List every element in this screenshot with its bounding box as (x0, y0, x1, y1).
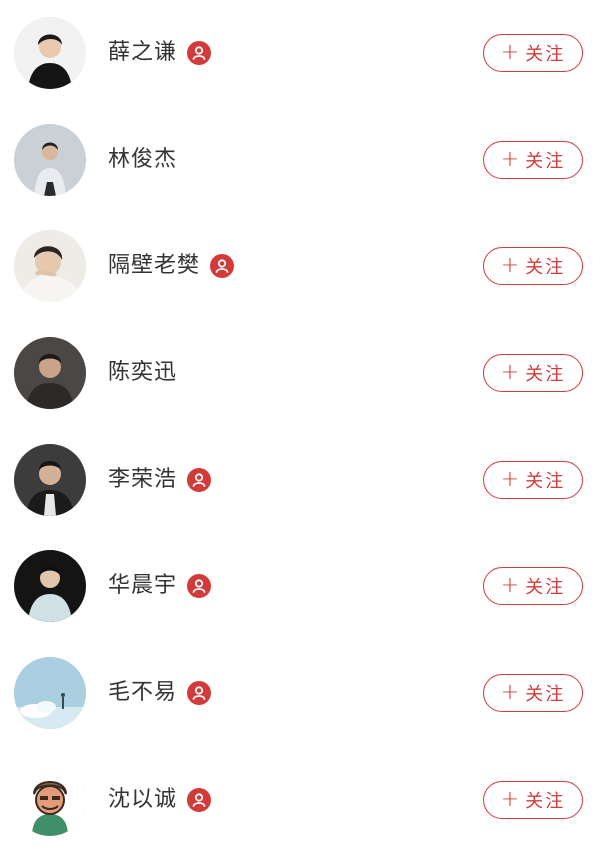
artist-name: 隔壁老樊 (108, 253, 201, 278)
follow-label: 关注 (525, 577, 566, 598)
artist-list: 薛之谦 + 关注 林俊杰 + 关注 隔壁老樊 + 关注 陈奕迅 + 关注 李荣浩… (0, 0, 600, 852)
artist-avatar[interactable] (14, 657, 86, 729)
artist-avatar[interactable] (14, 124, 86, 196)
artist-avatar[interactable] (14, 230, 86, 302)
artist-avatar-icon (14, 230, 86, 302)
artist-row[interactable]: 林俊杰 + 关注 (0, 107, 600, 213)
artist-avatar-icon (14, 124, 86, 196)
artist-name: 薛之谦 (108, 40, 178, 65)
follow-button[interactable]: + 关注 (483, 247, 583, 285)
plus-icon: + (500, 147, 520, 172)
follow-button[interactable]: + 关注 (483, 354, 583, 392)
artist-row[interactable]: 毛不易 + 关注 (0, 640, 600, 746)
artist-avatar[interactable] (14, 764, 86, 836)
plus-icon: + (500, 40, 520, 65)
plus-icon: + (500, 253, 520, 278)
verified-artist-icon (187, 574, 212, 598)
verified-artist-icon (210, 254, 235, 278)
artist-row[interactable]: 薛之谦 + 关注 (0, 0, 600, 106)
artist-avatar[interactable] (14, 337, 86, 409)
artist-avatar-icon (14, 550, 86, 622)
follow-label: 关注 (525, 684, 566, 705)
follow-button[interactable]: + 关注 (483, 461, 583, 499)
artist-row[interactable]: 沈以诚 + 关注 (0, 747, 600, 853)
artist-avatar[interactable] (14, 17, 86, 89)
artist-name: 陈奕迅 (108, 360, 178, 385)
artist-row[interactable]: 李荣浩 + 关注 (0, 427, 600, 533)
follow-button[interactable]: + 关注 (483, 781, 583, 819)
artist-avatar-icon (14, 764, 86, 836)
artist-avatar-icon (14, 17, 86, 89)
artist-name: 毛不易 (108, 680, 178, 705)
follow-button[interactable]: + 关注 (483, 141, 583, 179)
artist-avatar[interactable] (14, 444, 86, 516)
plus-icon: + (500, 360, 520, 385)
verified-artist-icon (187, 41, 212, 65)
artist-row[interactable]: 陈奕迅 + 关注 (0, 320, 600, 426)
plus-icon: + (500, 573, 520, 598)
artist-name: 沈以诚 (108, 787, 178, 812)
artist-avatar-icon (14, 657, 86, 729)
verified-artist-icon (187, 681, 212, 705)
follow-label: 关注 (525, 44, 566, 65)
artist-name: 林俊杰 (108, 147, 178, 172)
follow-button[interactable]: + 关注 (483, 674, 583, 712)
verified-artist-icon (187, 468, 212, 492)
artist-row[interactable]: 华晨宇 + 关注 (0, 533, 600, 639)
follow-button[interactable]: + 关注 (483, 34, 583, 72)
artist-row[interactable]: 隔壁老樊 + 关注 (0, 213, 600, 319)
follow-label: 关注 (525, 257, 566, 278)
follow-label: 关注 (525, 364, 566, 385)
artist-name: 华晨宇 (108, 573, 178, 598)
follow-label: 关注 (525, 471, 566, 492)
follow-button[interactable]: + 关注 (483, 567, 583, 605)
artist-name: 李荣浩 (108, 467, 178, 492)
plus-icon: + (500, 680, 520, 705)
follow-label: 关注 (525, 791, 566, 812)
follow-label: 关注 (525, 151, 566, 172)
artist-avatar[interactable] (14, 550, 86, 622)
artist-avatar-icon (14, 444, 86, 516)
plus-icon: + (500, 467, 520, 492)
artist-avatar-icon (14, 337, 86, 409)
verified-artist-icon (187, 788, 212, 812)
plus-icon: + (500, 787, 520, 812)
